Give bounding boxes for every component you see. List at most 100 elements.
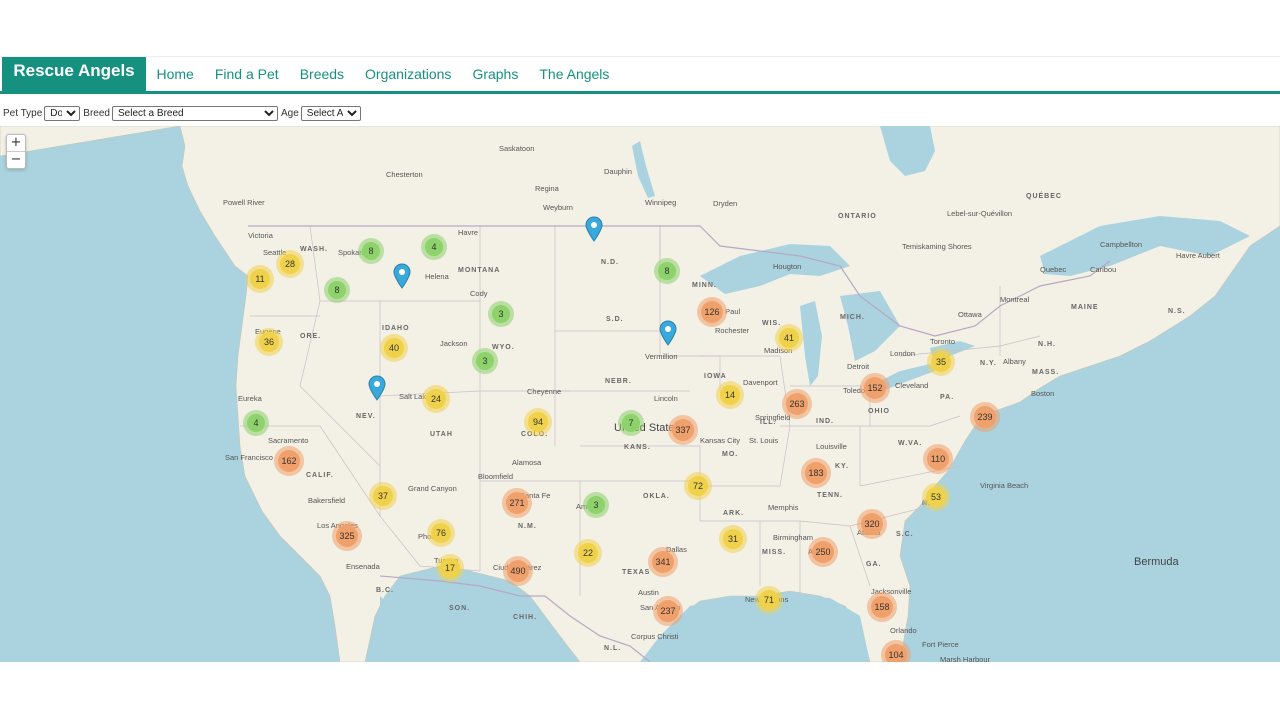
pin-nevada-icon[interactable] — [368, 375, 386, 401]
region-label: MINN. — [692, 282, 717, 289]
pin-south-dakota-icon[interactable] — [659, 320, 677, 346]
city-label: Cheyenne — [527, 387, 562, 396]
cluster-count: 325 — [336, 525, 358, 547]
marker-cluster[interactable]: 35 — [927, 348, 955, 376]
pet-map[interactable]: + − United States Bermuda WASH. MONTANA N.D.… — [0, 126, 1280, 662]
region-label: WYO. — [492, 344, 515, 351]
marker-cluster[interactable]: 8 — [358, 238, 384, 264]
city-label: Vermillion — [645, 352, 678, 361]
gulf-california — [380, 596, 420, 662]
age-label: Age — [280, 107, 299, 119]
marker-cluster[interactable]: 3 — [472, 348, 498, 374]
region-label: GA. — [866, 561, 882, 568]
region-label: NEBR. — [605, 378, 632, 385]
pin-north-dakota-icon[interactable] — [585, 216, 603, 242]
nav-home[interactable]: Home — [146, 57, 204, 91]
zoom-in-button[interactable]: + — [7, 135, 25, 152]
marker-cluster[interactable]: 152 — [860, 373, 890, 403]
cluster-count: 126 — [701, 301, 723, 323]
region-label: N.H. — [1038, 341, 1056, 348]
marker-cluster[interactable]: 94 — [524, 408, 552, 436]
marker-cluster[interactable]: 36 — [255, 328, 283, 356]
marker-cluster[interactable]: 24 — [422, 385, 450, 413]
marker-cluster[interactable]: 126 — [697, 297, 727, 327]
cluster-count: 271 — [506, 492, 528, 514]
region-label: MASS. — [1032, 369, 1060, 376]
breed-select[interactable]: Select a Breed — [111, 105, 278, 121]
marker-cluster[interactable]: 320 — [857, 509, 887, 539]
marker-cluster[interactable]: 183 — [801, 458, 831, 488]
city-label: Chesterton — [386, 170, 423, 179]
cluster-count: 14 — [720, 385, 740, 405]
marker-cluster[interactable]: 76 — [427, 519, 455, 547]
pin-montana-icon[interactable] — [393, 263, 411, 289]
marker-cluster[interactable]: 3 — [488, 301, 514, 327]
marker-cluster[interactable]: 53 — [922, 483, 950, 511]
cluster-count: 53 — [926, 487, 946, 507]
marker-cluster[interactable]: 158 — [867, 592, 897, 622]
city-label: Montreal — [1000, 295, 1030, 304]
cluster-count: 36 — [259, 332, 279, 352]
nav-organizations[interactable]: Organizations — [355, 57, 462, 91]
marker-cluster[interactable]: 341 — [648, 547, 678, 577]
marker-cluster[interactable]: 71 — [755, 586, 783, 614]
marker-cluster[interactable]: 8 — [654, 258, 680, 284]
city-label: Jackson — [440, 339, 468, 348]
cluster-count: 35 — [931, 352, 951, 372]
cluster-count: 22 — [578, 543, 598, 563]
cluster-count: 490 — [507, 560, 529, 582]
marker-cluster[interactable]: 17 — [436, 554, 464, 582]
cluster-count: 17 — [440, 558, 460, 578]
cluster-count: 37 — [373, 486, 393, 506]
city-label: Cody — [470, 289, 488, 298]
marker-cluster[interactable]: 325 — [332, 521, 362, 551]
cluster-count: 40 — [384, 338, 404, 358]
marker-cluster[interactable]: 490 — [503, 556, 533, 586]
brand-logo[interactable]: Rescue Angels — [2, 57, 146, 91]
marker-cluster[interactable]: 8 — [324, 277, 350, 303]
city-label: Birmingham — [773, 533, 814, 542]
marker-cluster[interactable]: 4 — [243, 410, 269, 436]
marker-cluster[interactable]: 104 — [881, 640, 911, 662]
city-label: Saskatoon — [499, 144, 535, 153]
marker-cluster[interactable]: 22 — [574, 539, 602, 567]
nav-breeds[interactable]: Breeds — [289, 57, 354, 91]
marker-cluster[interactable]: 7 — [618, 410, 644, 436]
region-label: S.D. — [606, 316, 624, 323]
cluster-count: 250 — [812, 541, 834, 563]
region-label: TENN. — [817, 492, 843, 499]
marker-cluster[interactable]: 72 — [684, 472, 712, 500]
marker-cluster[interactable]: 37 — [369, 482, 397, 510]
marker-cluster[interactable]: 3 — [583, 492, 609, 518]
marker-cluster[interactable]: 162 — [274, 446, 304, 476]
region-label: CALIF. — [306, 472, 334, 479]
marker-cluster[interactable]: 14 — [716, 381, 744, 409]
marker-cluster[interactable]: 271 — [502, 488, 532, 518]
marker-cluster[interactable]: 4 — [421, 234, 447, 260]
pet-type-select[interactable]: Dogs — [44, 105, 81, 121]
nav-find-a-pet[interactable]: Find a Pet — [204, 57, 289, 91]
city-label: Regina — [535, 184, 559, 193]
city-label: Davenport — [743, 378, 778, 387]
city-label: Lincoln — [654, 394, 678, 403]
marker-cluster[interactable]: 263 — [782, 389, 812, 419]
marker-cluster[interactable]: 237 — [653, 596, 683, 626]
marker-cluster[interactable]: 40 — [380, 334, 408, 362]
marker-cluster[interactable]: 239 — [970, 402, 1000, 432]
marker-cluster[interactable]: 31 — [719, 525, 747, 553]
nav-the-angels[interactable]: The Angels — [529, 57, 620, 91]
city-label: Cleveland — [895, 381, 929, 390]
cluster-count: 337 — [672, 419, 694, 441]
marker-cluster[interactable]: 337 — [668, 415, 698, 445]
city-label: Orlando — [890, 626, 917, 635]
zoom-out-button[interactable]: − — [7, 152, 25, 168]
marker-cluster[interactable]: 11 — [246, 265, 274, 293]
marker-cluster[interactable]: 41 — [775, 324, 803, 352]
nav-graphs[interactable]: Graphs — [462, 57, 529, 91]
marker-cluster[interactable]: 110 — [923, 444, 953, 474]
city-label: Bloomfield — [478, 472, 514, 481]
city-label: Powell River — [223, 198, 265, 207]
marker-cluster[interactable]: 250 — [808, 537, 838, 567]
marker-cluster[interactable]: 28 — [276, 250, 304, 278]
age-select[interactable]: Select Age — [300, 105, 361, 121]
